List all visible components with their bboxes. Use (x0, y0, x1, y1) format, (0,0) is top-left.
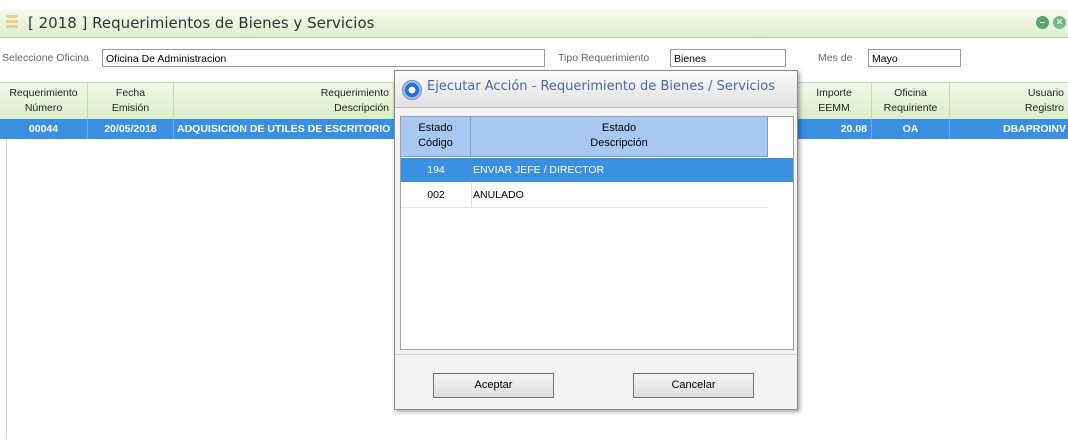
gear-icon (402, 80, 422, 100)
cancelar-button[interactable]: Cancelar (633, 373, 754, 398)
estado-descripcion: ENVIAR JEFE / DIRECTOR (473, 164, 605, 176)
cell-oficina: OA (872, 119, 950, 139)
aceptar-button[interactable]: Aceptar (433, 373, 554, 398)
col-header-numero[interactable]: Requerimiento Número (0, 83, 88, 119)
estado-descripcion: ANULADO (473, 189, 524, 201)
col-header-estado-descripcion[interactable]: Estado Descripción (471, 117, 768, 157)
col-header-importe[interactable]: Importe EEMM (796, 83, 872, 119)
dialog-divider (395, 354, 797, 355)
tipo-requerimiento-label: Tipo Requerimiento (558, 52, 650, 64)
cell-usuario: DBAPROINV (1002, 123, 1066, 135)
ejecutar-accion-dialog: Ejecutar Acción - Requerimiento de Biene… (394, 70, 798, 410)
title-bar: [ 2018 ] Requerimientos de Bienes y Serv… (0, 10, 1068, 38)
cell-importe: 20.08 (796, 119, 872, 139)
estado-table: Estado Código Estado Descripción 194 ENVIA… (400, 116, 794, 350)
dialog-title: Ejecutar Acción - Requerimiento de Biene… (427, 79, 776, 94)
mes-label: Mes de (818, 52, 853, 64)
oficina-field[interactable]: Oficina De Administracion (102, 49, 545, 67)
oficina-label: Seleccione Oficina (2, 52, 89, 64)
list-item[interactable]: 194 ENVIAR JEFE / DIRECTOR (401, 158, 793, 182)
mes-field[interactable]: Mayo (868, 49, 961, 67)
col-header-fecha[interactable]: Fecha Emisión (88, 83, 174, 119)
menu-icon[interactable] (6, 15, 18, 31)
grid-border (6, 139, 7, 439)
estado-codigo: 002 (401, 183, 472, 207)
cell-numero: 00044 (0, 119, 88, 139)
close-icon[interactable]: × (1053, 16, 1066, 29)
list-item[interactable]: 002 ANULADO (401, 183, 768, 208)
minimize-icon[interactable]: – (1036, 16, 1049, 29)
col-header-oficina[interactable]: Oficina Requiriente (872, 83, 950, 119)
cell-descripcion: ADQUISICION DE UTILES DE ESCRITORIO (174, 119, 396, 139)
estado-codigo: 194 (427, 164, 445, 176)
window-title: [ 2018 ] Requerimientos de Bienes y Serv… (28, 14, 375, 32)
tipo-requerimiento-field[interactable]: Bienes (670, 49, 786, 67)
col-header-usuario[interactable]: Usuario Registro (950, 83, 1068, 119)
col-header-descripcion[interactable]: Requerimiento Descripción (174, 83, 394, 119)
col-header-estado-codigo[interactable]: Estado Código (401, 117, 471, 157)
dialog-title-bar[interactable]: Ejecutar Acción - Requerimiento de Biene… (395, 71, 797, 108)
cell-fecha: 20/05/2018 (88, 119, 174, 139)
